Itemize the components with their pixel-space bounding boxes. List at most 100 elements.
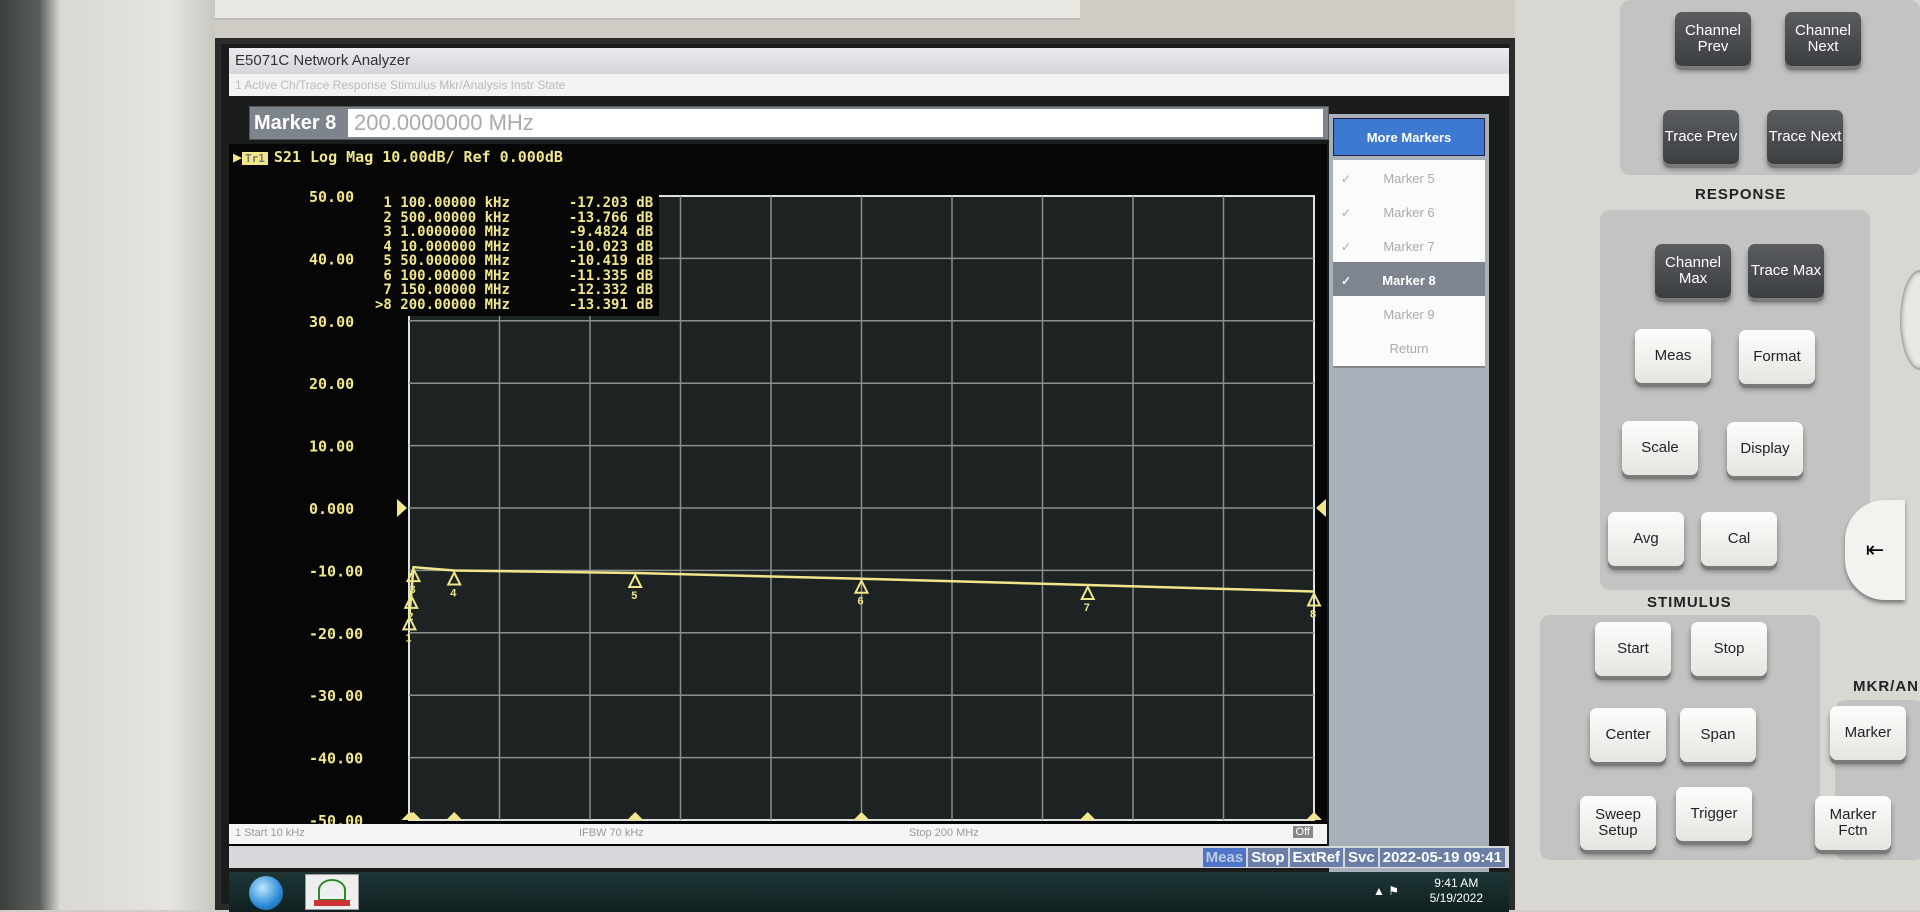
check-icon: ✓ (1341, 206, 1352, 220)
back-arrow-key[interactable]: ⇤ (1845, 500, 1905, 600)
softkey-label: Marker 9 (1383, 307, 1435, 322)
softkey-label: Marker 7 (1383, 239, 1435, 254)
marker-table-row: >8 200.00000 MHz -13.391 dB (375, 296, 654, 313)
trace-settings: S21 Log Mag 10.00dB/ Ref 0.000dB (273, 148, 563, 166)
y-tick-label: 40.00 (309, 250, 354, 268)
span-button[interactable]: Span (1680, 708, 1756, 762)
softkey-label: Marker 5 (1383, 171, 1435, 186)
softkey-menu: More Markers ✓ Marker 5 ✓ Marker 6 ✓ Marker… (1329, 114, 1489, 874)
center-button[interactable]: Center (1590, 708, 1666, 762)
softkey-marker-5[interactable]: ✓ Marker 5 (1333, 160, 1485, 198)
menu-bar[interactable]: 1 Active Ch/Trace Response Stimulus Mkr/… (229, 74, 1509, 96)
marker-frequency-input[interactable]: 200.0000000 MHz (348, 109, 1323, 137)
trace-next-button[interactable]: Trace Next (1767, 110, 1843, 164)
trace-tab[interactable]: Tr1 (242, 152, 268, 165)
marker-button[interactable]: Marker (1830, 706, 1906, 760)
reference-level-left-arrow-icon (397, 499, 407, 517)
rotary-knob[interactable] (1900, 270, 1920, 370)
trigger-button[interactable]: Trigger (1676, 787, 1752, 841)
response-label: RESPONSE (1695, 186, 1787, 203)
marker-table-row: 4 10.000000 MHz -10.023 dB (375, 239, 653, 255)
meas-button[interactable]: Meas (1635, 329, 1711, 383)
tray-flag-icon[interactable]: ▲ ⚑ (1373, 884, 1399, 898)
sweep-setup-button[interactable]: Sweep Setup (1580, 796, 1656, 850)
check-icon: ✓ (1341, 240, 1352, 254)
status-datetime: 2022-05-19 09:41 (1379, 848, 1505, 867)
marker-value: -13.391 dB (560, 296, 654, 313)
marker-table-row: 7 150.00000 MHz -12.332 dB (375, 283, 653, 298)
marker-8-label: 8 (1310, 609, 1316, 621)
start-button[interactable]: Start (1595, 622, 1671, 676)
channel-window: 50.00 40.00 30.00 20.00 10.00 0.000 -10.00 -20.… (229, 144, 1327, 860)
window-title: E5071C Network Analyzer (229, 48, 1509, 74)
entry-label: Marker 8 (254, 112, 337, 134)
marker-freq: 200.00000 MHz (400, 296, 561, 313)
instrument-status-bar: Meas Stop ExtRef Svc 2022-05-19 09:41 (229, 846, 1509, 868)
format-button[interactable]: Format (1739, 330, 1815, 384)
instrument-top-strip (200, 0, 1080, 20)
marker-entry-bar: Marker 8 200.0000000 MHz (249, 106, 1329, 140)
softkey-marker-7[interactable]: ✓ Marker 7 (1333, 228, 1485, 266)
analyzer-screen: E5071C Network Analyzer 1 Active Ch/Trac… (215, 38, 1515, 912)
y-tick-label: -20.00 (309, 625, 363, 643)
marker-5-label: 5 (631, 590, 637, 602)
channel-prev-button[interactable]: Channel Prev (1675, 12, 1751, 66)
softkey-return[interactable]: Return (1333, 330, 1485, 368)
status-svc: Svc (1345, 848, 1378, 867)
marker-fctn-button[interactable]: Marker Fctn (1815, 796, 1891, 850)
y-tick-label: 0.000 (309, 500, 354, 518)
start-frequency: 1 Start 10 kHz (235, 827, 305, 839)
taskbar-clock[interactable]: 9:41 AM 5/19/2022 (1430, 876, 1483, 906)
softkey-label: Marker 8 (1382, 273, 1436, 288)
marker-7-label: 7 (1084, 602, 1090, 614)
channel-max-button[interactable]: Channel Max (1655, 244, 1731, 298)
ifbw: IFBW 70 kHz (579, 827, 644, 839)
status-stop: Stop (1248, 848, 1288, 867)
network-analyzer-app-icon[interactable] (305, 874, 359, 910)
status-meas: Meas (1202, 848, 1247, 867)
windows-start-icon[interactable] (249, 876, 283, 910)
softkey-marker-8[interactable]: ✓ Marker 8 (1333, 262, 1485, 300)
trace-prev-button[interactable]: Trace Prev (1663, 110, 1739, 164)
reference-level-right-arrow-icon (1316, 499, 1326, 517)
marker-3-label: 3 (409, 584, 415, 596)
channel-next-button[interactable]: Channel Next (1785, 12, 1861, 66)
check-icon: ✓ (1341, 172, 1352, 186)
marker-6-label: 6 (857, 596, 863, 608)
windows-taskbar: ▲ ⚑ 9:41 AM 5/19/2022 (229, 872, 1509, 912)
y-tick-label: -30.00 (309, 687, 363, 705)
status-extref: ExtRef (1289, 848, 1344, 867)
display-button[interactable]: Display (1727, 422, 1803, 476)
instrument-bezel (0, 0, 215, 910)
mkr-analysis-label: MKR/AN (1853, 678, 1919, 695)
softkey-marker-9[interactable]: Marker 9 (1333, 296, 1485, 334)
off-indicator[interactable]: Off (1292, 826, 1313, 838)
y-tick-label: 10.00 (309, 438, 354, 456)
y-tick-label: 30.00 (309, 313, 354, 331)
y-tick-label: 20.00 (309, 375, 354, 393)
marker-table-row: 3 1.0000000 MHz -9.4824 dB (375, 225, 653, 240)
trace-header: ▶ Tr1 S21 Log Mag 10.00dB/ Ref 0.000dB (233, 148, 563, 166)
softkey-label: Marker 6 (1383, 205, 1435, 220)
y-tick-label: -10.00 (309, 562, 363, 580)
clock-time: 9:41 AM (1434, 876, 1479, 890)
stop-frequency: Stop 200 MHz (909, 827, 979, 839)
marker-table-row: 2 500.00000 kHz -13.766 dB (375, 210, 653, 226)
marker-id: >8 (375, 296, 401, 313)
marker-table-row: 5 50.000000 MHz -10.419 dB (375, 254, 653, 269)
avg-button[interactable]: Avg (1608, 512, 1684, 566)
cal-button[interactable]: Cal (1701, 512, 1777, 566)
stimulus-label: STIMULUS (1647, 594, 1732, 611)
softkey-more-markers[interactable]: More Markers (1333, 118, 1485, 156)
trace-max-button[interactable]: Trace Max (1748, 244, 1824, 298)
marker-1-label: 1 (405, 632, 411, 644)
softkey-marker-6[interactable]: ✓ Marker 6 (1333, 194, 1485, 232)
scale-button[interactable]: Scale (1622, 421, 1698, 475)
marker-2-label: 2 (407, 611, 413, 623)
channel-status-line: 1 Start 10 kHz IFBW 70 kHz Stop 200 MHz … (229, 824, 1327, 844)
y-tick-label: 50.00 (309, 188, 354, 206)
y-tick-label: -40.00 (309, 750, 363, 768)
stop-button[interactable]: Stop (1691, 622, 1767, 676)
marker-table: 1 100.00000 kHz -17.203 dB 2 500.00000 k… (369, 192, 660, 316)
front-panel: Channel Prev Channel Next Trace Prev Tra… (1515, 0, 1920, 910)
